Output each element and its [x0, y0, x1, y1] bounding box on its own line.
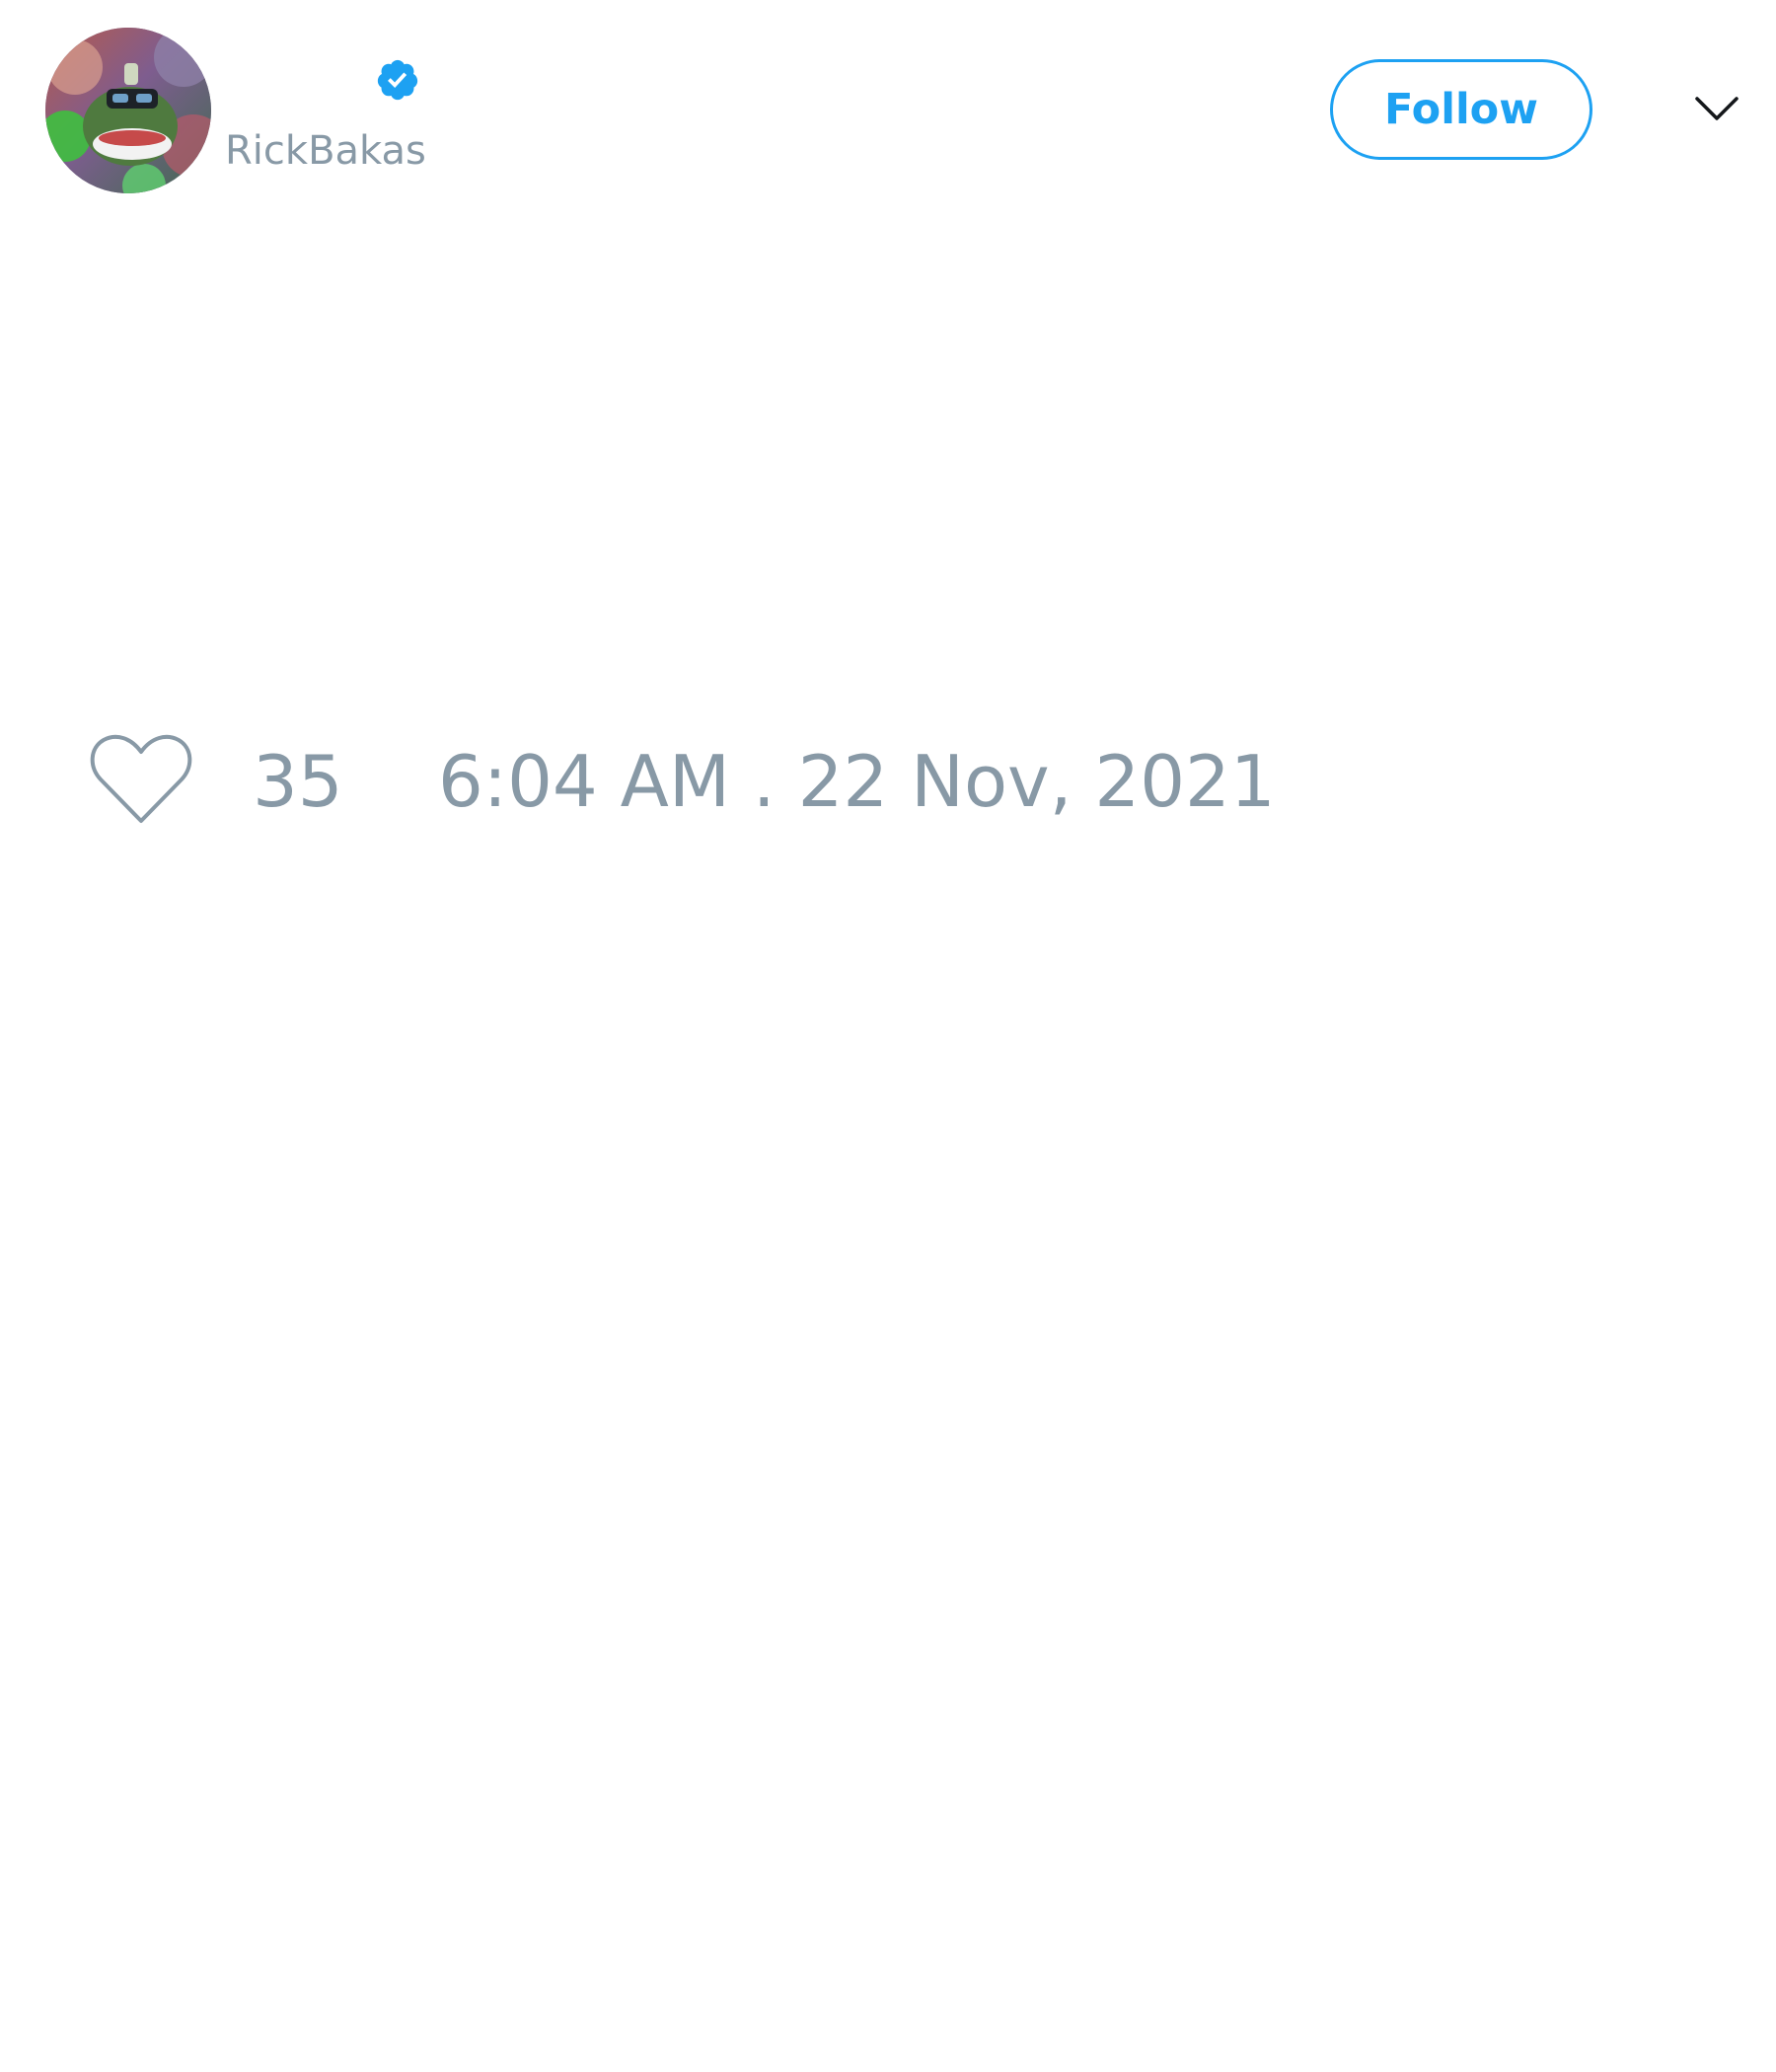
heart-outline-icon [90, 734, 192, 823]
timestamp[interactable]: 6:04 AM . 22 Nov, 2021 [438, 740, 1276, 823]
like-button[interactable] [87, 730, 195, 829]
like-count: 35 [253, 740, 343, 823]
follow-button[interactable]: Follow [1330, 59, 1592, 160]
tweet-header: RickBakas Follow [0, 0, 1776, 227]
username[interactable]: RickBakas [225, 126, 426, 176]
verified-badge-icon [375, 57, 420, 103]
frog-avatar-icon [45, 28, 211, 193]
tweet-footer: 35 6:04 AM . 22 Nov, 2021 [0, 720, 1776, 839]
avatar[interactable] [45, 28, 211, 193]
chevron-down-icon[interactable] [1693, 91, 1740, 126]
